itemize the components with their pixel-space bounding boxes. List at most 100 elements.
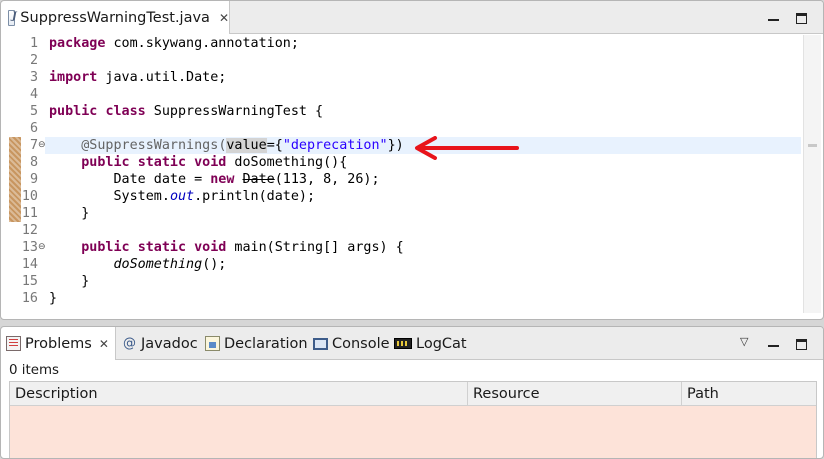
keyword: new [210, 172, 235, 187]
fold-collapse-icon[interactable]: ⊖ [38, 137, 46, 154]
code-text: .println(date); [194, 189, 316, 204]
line-number: 11 [21, 206, 38, 221]
keyword: import [49, 70, 98, 85]
line-number: 14 [21, 257, 38, 272]
problems-icon [6, 336, 21, 351]
code-text: (113, 8, 26); [274, 172, 380, 187]
code-text: (); [202, 257, 227, 272]
javadoc-icon: @ [123, 336, 136, 351]
keyword: public [81, 155, 130, 170]
java-file-icon [8, 9, 17, 26]
problems-table: Description Resource Path [9, 381, 817, 458]
keyword: public [49, 104, 98, 119]
tab-javadoc[interactable]: @ Javadoc [122, 327, 198, 360]
close-icon[interactable]: ✕ [219, 11, 229, 25]
code-line-16: } [49, 291, 58, 306]
overview-mark[interactable] [808, 144, 817, 147]
code-line-11: } [49, 206, 90, 221]
maximize-icon[interactable] [796, 13, 807, 24]
code-text: SuppressWarningTest { [145, 104, 324, 119]
line-number: 2 [29, 53, 38, 68]
column-header-description[interactable]: Description [10, 382, 468, 406]
minimize-icon[interactable] [768, 339, 779, 347]
tab-label: LogCat [416, 335, 467, 352]
table-header: Description Resource Path [10, 382, 816, 406]
annotation-name: @SuppressWarnings [81, 138, 219, 153]
code-text: Date date = [113, 172, 211, 187]
tab-logcat[interactable]: LogCat [394, 327, 467, 360]
line-number: 3 [29, 70, 38, 85]
editor-tab-bar: SuppressWarningTest.java ✕ [1, 1, 823, 34]
maximize-icon[interactable] [796, 339, 807, 350]
line-number: 7 [29, 138, 38, 153]
table-body[interactable] [10, 406, 816, 458]
keyword: void [194, 240, 227, 255]
tab-label: Declaration [224, 335, 308, 352]
keyword: package [49, 36, 106, 51]
keyword: static [137, 240, 187, 255]
line-number: 4 [29, 87, 38, 102]
code-line-3: import java.util.Date; [49, 69, 801, 86]
fold-collapse-icon[interactable]: ⊖ [38, 239, 46, 256]
declaration-icon [205, 336, 220, 351]
line-number: 9 [29, 172, 38, 187]
line-number: 8 [29, 155, 38, 170]
code-line-9: Date date = new Date(113, 8, 26); [49, 171, 801, 188]
code-line-14: doSomething(); [49, 256, 801, 273]
line-number-ruler: 1 2 3 4 5 6 7 8 9 10 11 12 13 14 15 16 [21, 35, 38, 313]
tab-problems[interactable]: Problems ✕ [1, 327, 116, 360]
code-text: ={ [266, 138, 283, 153]
line-number: 13 [21, 240, 38, 255]
overview-ruler[interactable] [803, 35, 821, 313]
editor-tab-label: SuppressWarningTest.java [20, 9, 210, 26]
problems-view: Problems ✕ @ Javadoc Declaration Console… [0, 326, 824, 459]
close-icon[interactable]: ✕ [99, 337, 109, 351]
tab-declaration[interactable]: Declaration [205, 327, 308, 360]
deprecated-constructor: Date [242, 172, 275, 187]
line-number: 6 [29, 121, 38, 136]
column-header-path[interactable]: Path [682, 382, 816, 406]
code-text: System. [113, 189, 170, 204]
console-icon [313, 338, 328, 350]
code-editor[interactable]: package com.skywang.annotation; import j… [45, 35, 801, 313]
static-field: out [169, 189, 195, 204]
editor-tab-suppresswarningtest[interactable]: SuppressWarningTest.java ✕ [1, 1, 230, 34]
annotation-param-highlight: value [226, 138, 267, 153]
code-text: doSomething(){ [226, 155, 348, 170]
line-number: 15 [21, 274, 38, 289]
keyword: class [105, 104, 146, 119]
code-line-1: package com.skywang.annotation; [49, 35, 801, 52]
keyword: void [194, 155, 227, 170]
tab-console[interactable]: Console [313, 327, 390, 360]
code-text: java.util.Date; [97, 70, 227, 85]
minimize-icon[interactable] [768, 13, 779, 21]
view-menu-icon[interactable]: ▽ [740, 335, 748, 348]
tab-label: Problems [25, 335, 92, 352]
code-text: com.skywang.annotation; [105, 36, 299, 51]
line-number: 5 [29, 104, 38, 119]
code-line-15: } [49, 274, 90, 289]
line-number: 12 [21, 223, 38, 238]
change-marker [9, 137, 21, 222]
items-count: 0 items [9, 363, 60, 378]
tab-label: Javadoc [141, 335, 198, 352]
red-arrow-icon [415, 136, 519, 160]
annotation-ruler [9, 35, 21, 313]
code-line-5: public class SuppressWarningTest { [49, 103, 801, 120]
column-header-resource[interactable]: Resource [468, 382, 682, 406]
tab-label: Console [332, 335, 390, 352]
code-line-13: public static void main(String[] args) { [49, 239, 801, 256]
editor-view: SuppressWarningTest.java ✕ 1 2 3 4 5 6 7… [0, 0, 824, 320]
code-line-10: System.out.println(date); [49, 188, 801, 205]
keyword: static [137, 155, 187, 170]
code-text: }) [387, 138, 404, 153]
